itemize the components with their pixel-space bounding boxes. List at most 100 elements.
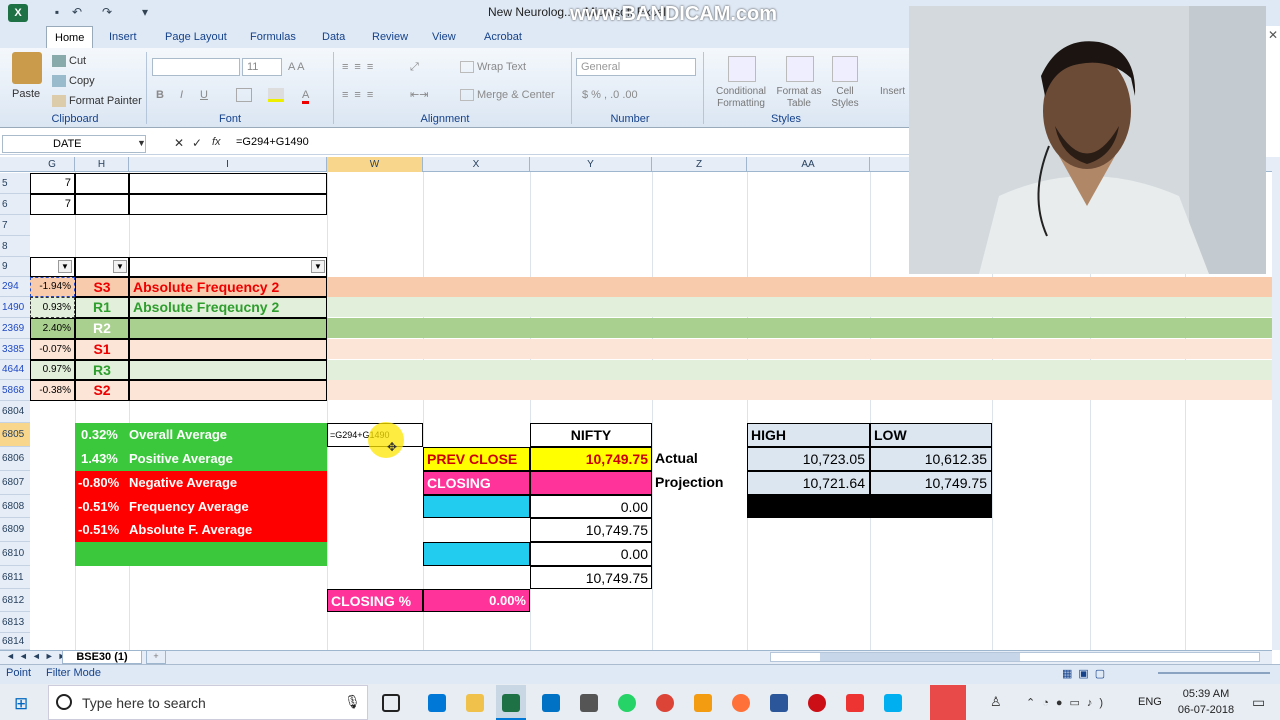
- calculator-icon[interactable]: [580, 694, 598, 712]
- low-header[interactable]: LOW: [870, 423, 992, 447]
- insert-function-button[interactable]: fx: [212, 136, 221, 148]
- format-as-table-button[interactable]: Format as Table: [774, 86, 824, 110]
- row-header[interactable]: 6808: [0, 495, 30, 518]
- row-header[interactable]: 9: [0, 257, 30, 277]
- col-header-w[interactable]: W: [327, 157, 423, 172]
- cell-y6809[interactable]: 10,749.75: [530, 518, 652, 542]
- paste-button[interactable]: Paste: [12, 85, 40, 103]
- zoom-slider[interactable]: [1158, 672, 1270, 674]
- undo-icon[interactable]: ↶: [68, 4, 86, 20]
- col-header-z[interactable]: Z: [652, 157, 747, 172]
- wrap-text-button[interactable]: Wrap Text: [460, 58, 526, 76]
- cell-i3385[interactable]: [129, 339, 327, 360]
- cell-h2369[interactable]: R2: [75, 318, 129, 339]
- cyan-cell-x6810[interactable]: [423, 542, 530, 566]
- positive-average-row[interactable]: 1.43% Positive Average: [75, 447, 327, 471]
- app-icon[interactable]: [770, 694, 788, 712]
- cell-h3385[interactable]: S1: [75, 339, 129, 360]
- tab-data[interactable]: Data: [314, 26, 353, 48]
- cell-i2369[interactable]: [129, 318, 327, 339]
- cell-g4644[interactable]: 0.97%: [30, 360, 75, 380]
- format-painter-button[interactable]: Format Painter: [52, 92, 142, 110]
- cell-g6[interactable]: 7: [30, 194, 75, 215]
- cell-g3385[interactable]: -0.07%: [30, 339, 75, 360]
- cell-g1490[interactable]: 0.93%: [30, 297, 75, 318]
- row-header[interactable]: 3385: [0, 339, 30, 360]
- view-buttons[interactable]: ▦▣▢: [1062, 667, 1111, 680]
- excel-taskbar-icon[interactable]: [502, 694, 520, 712]
- projection-high[interactable]: 10,721.64: [747, 471, 870, 495]
- chrome-icon[interactable]: [656, 694, 674, 712]
- notification-icon[interactable]: ▭: [1252, 694, 1265, 711]
- system-tray-icons[interactable]: ⌃◔●▭♪): [1026, 696, 1110, 709]
- row-header[interactable]: 1490: [0, 297, 30, 318]
- prev-close-label[interactable]: PREV CLOSE: [423, 447, 530, 471]
- cell-i1490[interactable]: Absolute Freqeucny 2: [129, 297, 327, 318]
- row-header[interactable]: 7: [0, 215, 30, 236]
- cell-g2369[interactable]: 2.40%: [30, 318, 75, 339]
- cyan-cell-x6808[interactable]: [423, 495, 530, 518]
- filter-dropdown-icon[interactable]: ▼: [58, 260, 72, 273]
- format-table-icon[interactable]: [786, 56, 814, 82]
- windows-start-icon[interactable]: ⊞: [14, 694, 28, 714]
- cell-h4644[interactable]: R3: [75, 360, 129, 380]
- col-header-i[interactable]: I: [129, 157, 327, 172]
- close-icon[interactable]: ✕: [1268, 28, 1278, 42]
- clock-date[interactable]: 06-07-2018: [1174, 704, 1238, 716]
- enter-icon[interactable]: ✓: [192, 136, 202, 150]
- sheet-tab-bse30[interactable]: BSE30 (1): [62, 650, 142, 664]
- language-indicator[interactable]: ENG: [1138, 696, 1162, 708]
- col-header-g[interactable]: G: [30, 157, 75, 172]
- cell-i294[interactable]: Absolute Frequency 2: [129, 277, 327, 297]
- col-header-y[interactable]: Y: [530, 157, 652, 172]
- italic-button[interactable]: I: [180, 86, 183, 104]
- edge-icon[interactable]: [428, 694, 446, 712]
- conditional-formatting-button[interactable]: Conditional Formatting: [708, 86, 774, 110]
- cell-i4644[interactable]: [129, 360, 327, 380]
- cell-g5868[interactable]: -0.38%: [30, 380, 75, 401]
- tab-view[interactable]: View: [424, 26, 464, 48]
- cell-styles-icon[interactable]: [832, 56, 858, 82]
- name-box[interactable]: DATE: [2, 135, 146, 153]
- cell-i5[interactable]: [129, 173, 327, 194]
- cell-h294[interactable]: S3: [75, 277, 129, 297]
- redo-icon[interactable]: ↷: [98, 4, 116, 20]
- cell-y6808[interactable]: 0.00: [530, 495, 652, 518]
- row-header[interactable]: 6810: [0, 542, 30, 566]
- app-icon[interactable]: [846, 694, 864, 712]
- cell-i6[interactable]: [129, 194, 327, 215]
- prev-close-value[interactable]: 10,749.75: [530, 447, 652, 471]
- nifty-header[interactable]: NIFTY: [530, 423, 652, 447]
- cell-h5868[interactable]: S2: [75, 380, 129, 401]
- copy-button[interactable]: Copy: [52, 72, 95, 90]
- font-color-button[interactable]: A: [302, 86, 310, 104]
- actual-high[interactable]: 10,723.05: [747, 447, 870, 471]
- filter-dropdown-icon[interactable]: ▼: [113, 260, 127, 273]
- row-header[interactable]: 6807: [0, 471, 30, 495]
- name-box-dropdown-icon[interactable]: ▼: [137, 138, 146, 148]
- row-header[interactable]: 6811: [0, 566, 30, 589]
- filter-dropdown-icon[interactable]: ▼: [311, 260, 325, 273]
- closing-pct-label[interactable]: CLOSING %: [327, 589, 423, 612]
- number-format-dropdown[interactable]: General: [576, 58, 696, 76]
- indent-icon[interactable]: ⇤⇥: [410, 86, 428, 104]
- closing-value[interactable]: [530, 471, 652, 495]
- horizontal-align-buttons[interactable]: ≡≡≡: [342, 86, 379, 104]
- microphone-icon[interactable]: 🎙: [344, 694, 361, 710]
- row-header[interactable]: 5868: [0, 380, 30, 401]
- opera-icon[interactable]: [808, 694, 826, 712]
- underline-button[interactable]: U: [200, 86, 208, 104]
- tab-home[interactable]: Home: [46, 26, 94, 48]
- customize-qat-icon[interactable]: ▾: [136, 4, 154, 20]
- actual-low[interactable]: 10,612.35: [870, 447, 992, 471]
- firefox-icon[interactable]: [732, 694, 750, 712]
- horizontal-scroll-thumb[interactable]: [820, 653, 1020, 661]
- projection-label[interactable]: Projection: [652, 471, 747, 495]
- tab-formulas[interactable]: Formulas: [242, 26, 304, 48]
- row-header[interactable]: 4644: [0, 360, 30, 380]
- tab-page-layout[interactable]: Page Layout: [157, 26, 235, 48]
- app-icon[interactable]: [694, 694, 712, 712]
- cell-h1490[interactable]: R1: [75, 297, 129, 318]
- cell-y6811[interactable]: 10,749.75: [530, 566, 652, 589]
- overall-average-row[interactable]: 0.32% Overall Average: [75, 423, 327, 447]
